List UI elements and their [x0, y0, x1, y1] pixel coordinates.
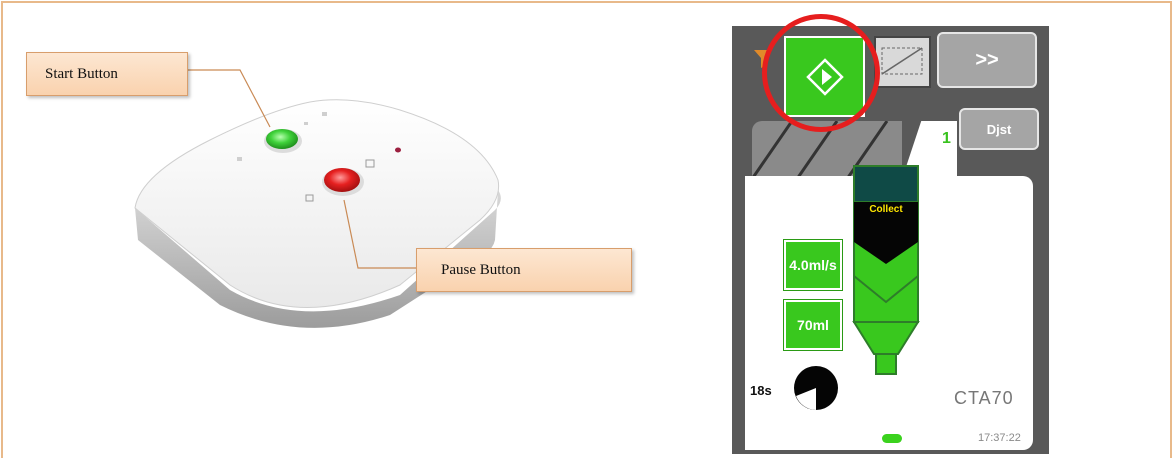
collect-label: Collect	[869, 204, 903, 215]
next-label: >>	[975, 48, 999, 71]
highlight-circle	[762, 14, 880, 132]
indicator-mark	[237, 157, 242, 161]
adjust-button[interactable]: Djst	[959, 108, 1039, 150]
pause-button-callout: Pause Button	[416, 248, 632, 292]
syringe-graphic	[852, 165, 920, 375]
model-label: CTA70	[954, 388, 1014, 408]
stop-icon	[881, 47, 923, 75]
stop-button[interactable]	[874, 36, 931, 88]
volume-value: 70ml	[797, 317, 829, 333]
tab-number: 1	[942, 130, 951, 147]
timer-label: 18s	[750, 383, 772, 398]
start-button-callout: Start Button	[26, 52, 188, 96]
device-pause-button[interactable]	[322, 168, 364, 196]
next-button[interactable]: >>	[937, 32, 1037, 88]
flow-rate-button[interactable]: 4.0ml/s	[784, 240, 842, 290]
status-led	[882, 434, 902, 443]
indicator-mark	[304, 122, 308, 125]
start-callout-label: Start Button	[45, 65, 118, 82]
pause-callout-label: Pause Button	[441, 261, 521, 278]
adjust-label: Djst	[986, 121, 1012, 137]
flow-rate-value: 4.0ml/s	[789, 257, 837, 273]
status-led-red	[395, 147, 401, 153]
volume-button[interactable]: 70ml	[784, 300, 842, 350]
clock-label: 17:37:22	[978, 432, 1021, 444]
timer-pie-icon	[794, 366, 838, 410]
device-start-button[interactable]	[264, 129, 302, 153]
indicator-mark	[322, 112, 327, 116]
